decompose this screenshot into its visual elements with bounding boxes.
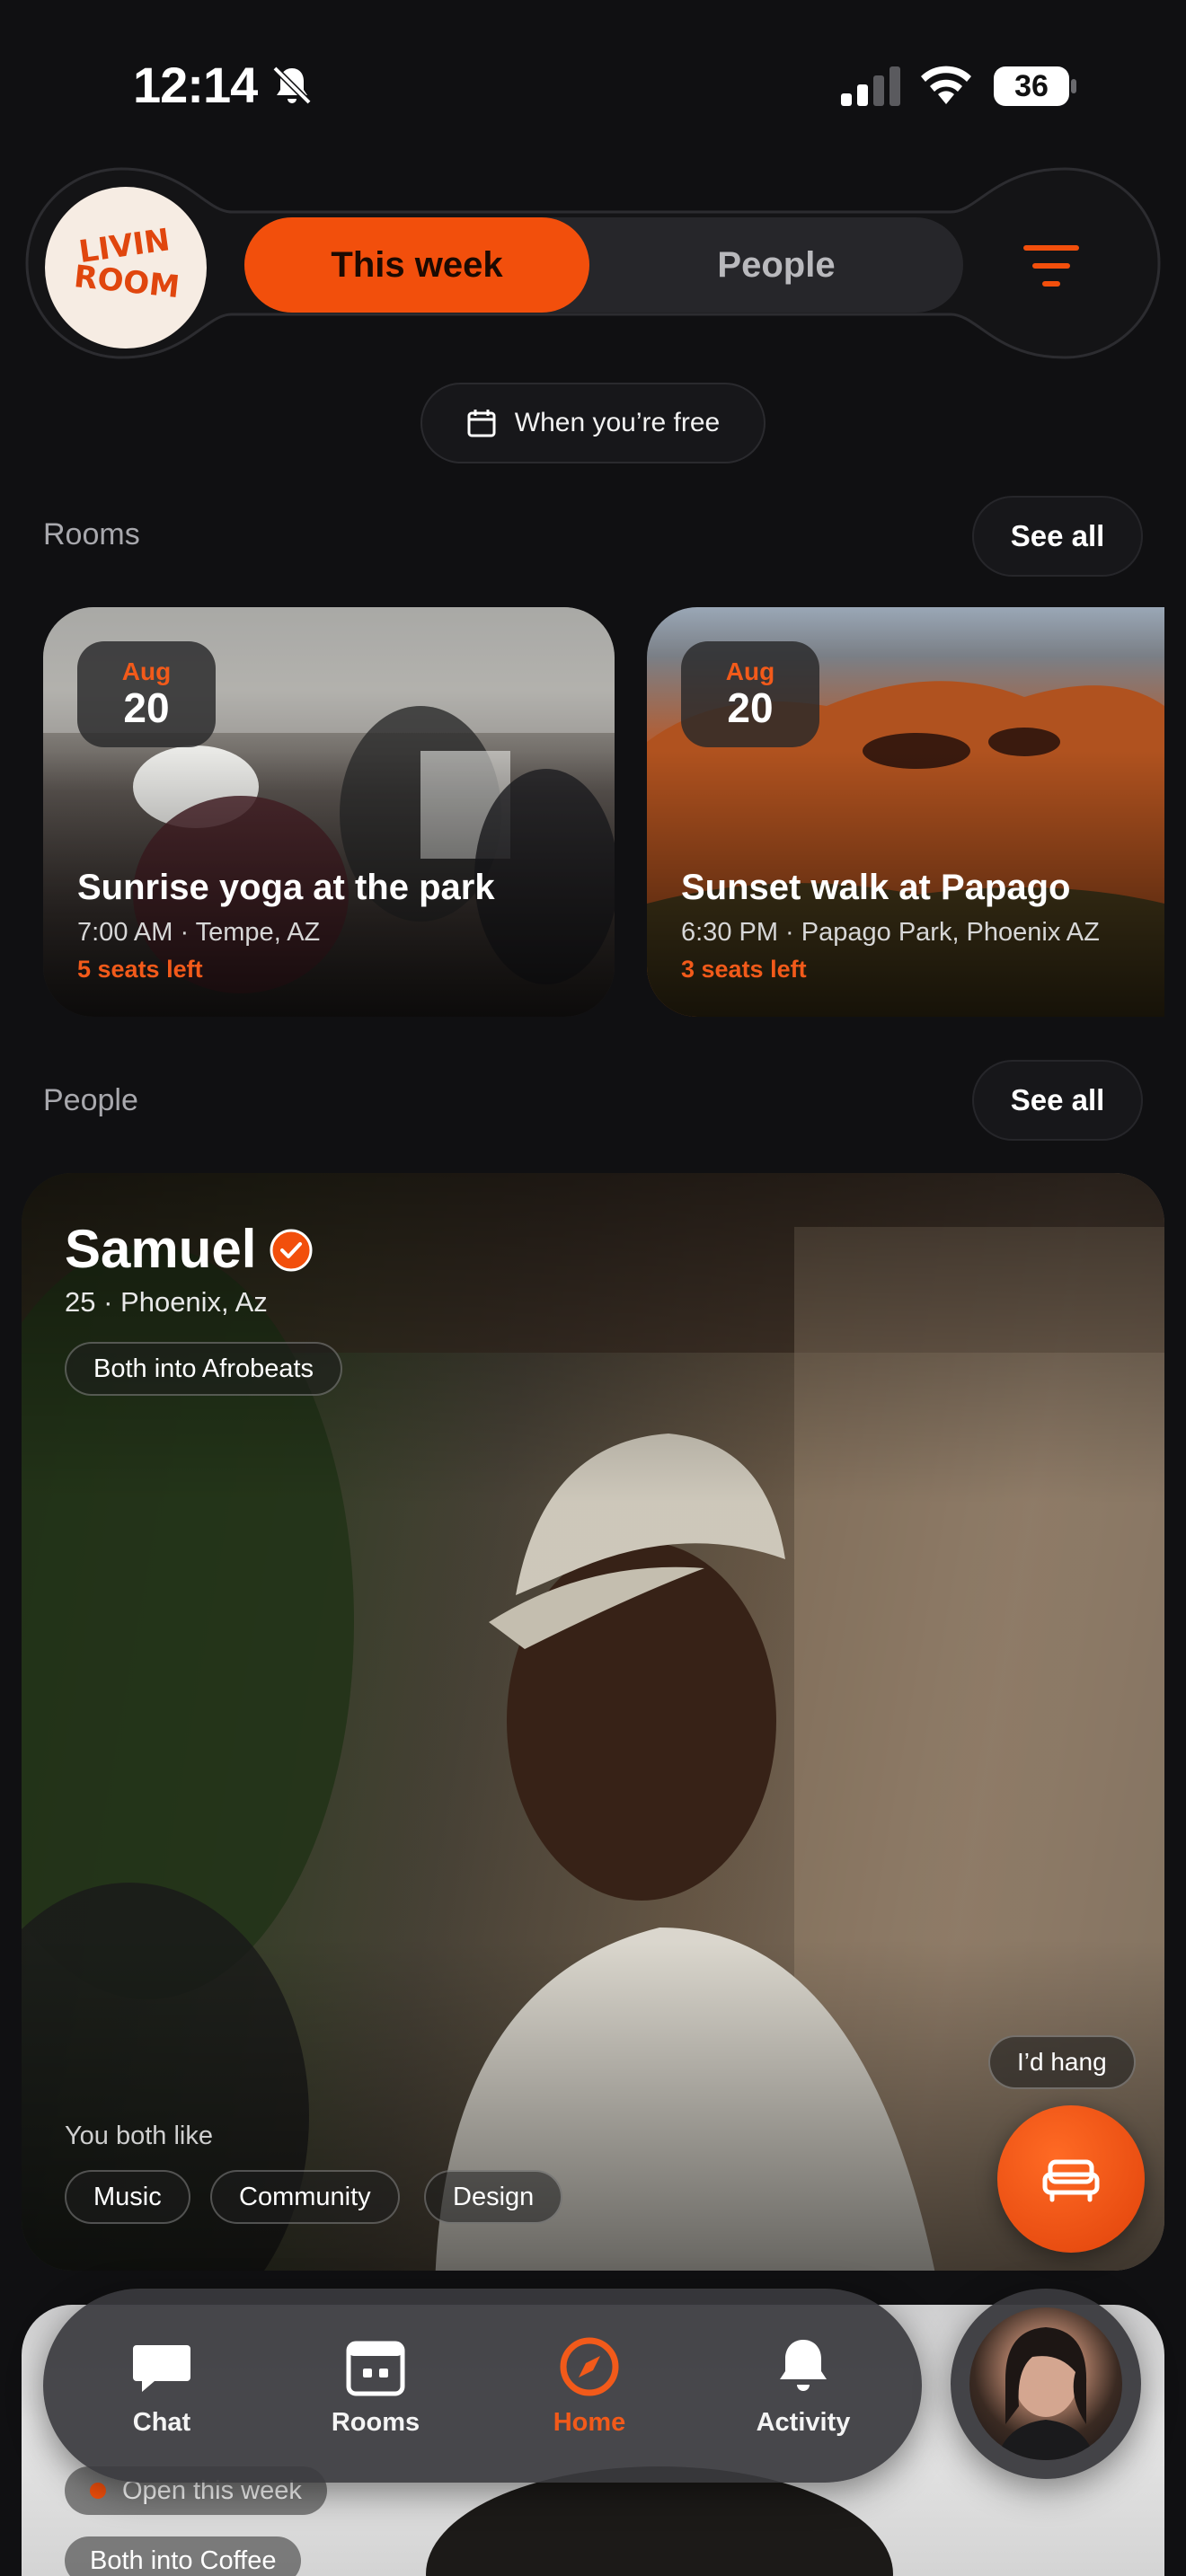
date-day: 20	[123, 684, 170, 732]
verified-icon	[270, 1229, 313, 1272]
person-name: Samuel	[65, 1219, 257, 1279]
tab-label: Rooms	[331, 2407, 420, 2437]
avatar-photo	[996, 2327, 1095, 2460]
wifi-icon	[921, 66, 971, 104]
profile-button[interactable]	[951, 2289, 1141, 2479]
status-time: 12:14	[133, 57, 258, 113]
date-month: Aug	[725, 657, 775, 686]
bottom-tab-bar: Chat Rooms Home Activity	[43, 2289, 922, 2483]
couch-icon	[1042, 2159, 1100, 2202]
bell-icon	[780, 2339, 827, 2391]
person-card[interactable]: Samuel 25 · Phoenix, Az Both into Afrobe…	[22, 1173, 1164, 2271]
view-toggle: This week People	[244, 217, 963, 313]
livin-room-logo: LIVIN ROOM	[72, 222, 181, 305]
avatar	[969, 2307, 1122, 2460]
tab-label: Chat	[132, 2407, 191, 2437]
interest-chip-music: Music	[65, 2170, 190, 2224]
tab-home[interactable]: Home	[500, 2289, 679, 2483]
people-see-all-button[interactable]: See all	[972, 1060, 1143, 1141]
people-section-title: People	[43, 1083, 138, 1117]
bell-off-icon	[272, 66, 312, 105]
room-title: Sunrise yoga at the park	[77, 868, 495, 907]
tab-label: Home	[553, 2407, 626, 2437]
status-bar: 12:14 36	[0, 0, 1186, 171]
tab-chat[interactable]: Chat	[72, 2289, 252, 2483]
battery-icon: 36	[992, 65, 1078, 108]
when-youre-free-label: When you’re free	[514, 408, 721, 437]
signal-icon	[841, 66, 900, 106]
chat-icon	[133, 2344, 190, 2392]
header-bar: LIVIN ROOM This week People	[25, 167, 1161, 359]
both-like-label: You both like	[65, 2122, 214, 2150]
next-person-photo	[426, 2466, 893, 2576]
interest-chip-design: Design	[424, 2170, 563, 2224]
calendar-icon	[346, 2341, 405, 2395]
date-day: 20	[727, 684, 774, 732]
room-seats: 5 seats left	[77, 956, 203, 983]
shared-interest-chip: Both into Afrobeats	[65, 1342, 343, 1396]
room-card[interactable]: Aug 20 Sunset walk at Papago 6:30 PM · P…	[647, 607, 1164, 1017]
date-month: Aug	[121, 657, 172, 686]
id-hang-button[interactable]	[997, 2105, 1145, 2253]
room-card[interactable]: Aug 20 Sunrise yoga at the park 7:00 AM …	[43, 607, 615, 1017]
room-seats: 3 seats left	[681, 956, 807, 983]
tab-label: Activity	[756, 2407, 851, 2437]
rooms-section-title: Rooms	[43, 517, 140, 551]
rooms-see-all-button[interactable]: See all	[972, 496, 1143, 577]
date-badge: Aug 20	[77, 641, 216, 747]
filter-icon[interactable]	[1021, 239, 1082, 293]
when-youre-free-button[interactable]: When you’re free	[420, 383, 766, 463]
svg-text:ROOM: ROOM	[72, 259, 181, 305]
calendar-icon	[467, 410, 496, 437]
battery-level: 36	[1014, 68, 1049, 103]
room-meta: 7:00 AM · Tempe, AZ	[77, 918, 321, 947]
tab-rooms[interactable]: Rooms	[286, 2289, 465, 2483]
tab-people[interactable]: People	[589, 217, 963, 313]
app-logo[interactable]: LIVIN ROOM	[45, 187, 207, 348]
person-meta: 25 · Phoenix, Az	[65, 1286, 268, 1318]
next-shared-interest-chip: Both into Coffee	[65, 2536, 302, 2576]
room-title: Sunset walk at Papago	[681, 868, 1071, 907]
id-hang-label: I’d hang	[988, 2035, 1136, 2089]
tab-this-week[interactable]: This week	[244, 217, 589, 313]
interest-chip-community: Community	[210, 2170, 400, 2224]
tab-activity[interactable]: Activity	[713, 2289, 893, 2483]
compass-icon	[560, 2337, 619, 2395]
date-badge: Aug 20	[681, 641, 819, 747]
status-dot	[90, 2483, 106, 2499]
person-shade	[22, 1173, 1164, 2271]
room-meta: 6:30 PM · Papago Park, Phoenix AZ	[681, 918, 1100, 947]
